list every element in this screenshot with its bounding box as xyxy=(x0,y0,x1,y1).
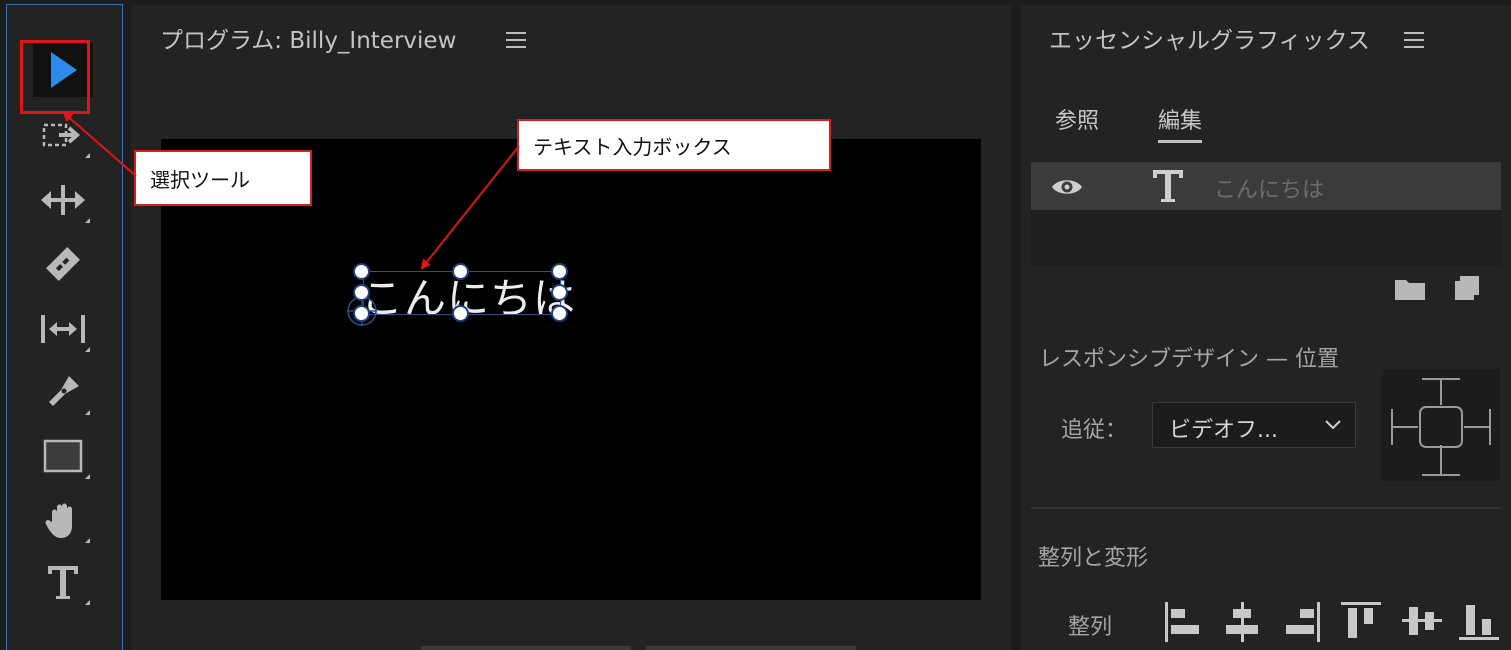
callout-selection-tool: 選択ツール xyxy=(134,150,312,206)
submenu-corner-icon xyxy=(85,600,90,605)
layer-row[interactable]: こんにちは xyxy=(1031,162,1501,210)
follow-label: 追従： xyxy=(1061,418,1128,443)
hand-tool-button[interactable] xyxy=(33,493,93,547)
slip-tool-icon xyxy=(41,315,85,343)
resize-handle-top[interactable] xyxy=(452,263,469,280)
section-divider xyxy=(1031,507,1501,509)
new-group-folder-icon[interactable] xyxy=(1394,277,1426,301)
layer-name: こんにちは xyxy=(1214,178,1325,203)
submenu-corner-icon xyxy=(85,538,90,543)
align-right-icon[interactable] xyxy=(1283,601,1321,643)
rectangle-shape-icon xyxy=(43,439,83,473)
monitor-control-strip xyxy=(421,646,631,650)
align-vertical-center-icon[interactable] xyxy=(1401,601,1443,641)
align-top-icon[interactable] xyxy=(1340,601,1382,641)
submenu-corner-icon xyxy=(85,153,90,158)
align-left-icon[interactable] xyxy=(1164,601,1202,643)
callout-selection-tool-text: 選択ツール xyxy=(150,167,250,192)
type-tool-button[interactable] xyxy=(33,555,93,609)
chevron-down-icon xyxy=(1325,420,1341,430)
resize-handle-bottom[interactable] xyxy=(452,305,469,322)
follow-dropdown-value: ビデオフ... xyxy=(1169,418,1278,443)
resize-handle-top-left[interactable] xyxy=(353,263,370,280)
align-horizontal-center-icon[interactable] xyxy=(1223,601,1261,643)
submenu-corner-icon xyxy=(85,218,90,223)
program-monitor-panel: プログラム: Billy_Interview こんにちは xyxy=(131,5,1011,650)
layer-list-empty-area xyxy=(1031,210,1501,266)
essential-graphics-panel: エッセンシャルグラフィックス 参照 編集 こんにちは レスポンシブデザイン — … xyxy=(1021,5,1511,650)
program-panel-title: プログラム: Billy_Interview xyxy=(160,28,457,54)
eye-icon[interactable] xyxy=(1051,177,1083,197)
pen-tool-button[interactable] xyxy=(33,365,93,419)
razor-blade-icon xyxy=(46,247,80,281)
align-transform-label: 整列と変形 xyxy=(1038,546,1149,571)
submenu-corner-icon xyxy=(85,410,90,415)
tab-edit[interactable]: 編集 xyxy=(1158,103,1203,143)
pen-nib-icon xyxy=(49,376,79,406)
align-bottom-icon[interactable] xyxy=(1458,601,1500,641)
program-viewer[interactable]: こんにちは xyxy=(161,139,981,600)
resize-handle-bottom-left[interactable] xyxy=(353,305,370,322)
resize-handle-bottom-right[interactable] xyxy=(551,305,568,322)
slip-tool-button[interactable] xyxy=(33,302,93,356)
resize-handle-right[interactable] xyxy=(551,284,568,301)
callout-text-box: テキスト入力ボックス xyxy=(517,119,831,171)
ripple-edit-tool-button[interactable] xyxy=(33,173,93,227)
tab-browse[interactable]: 参照 xyxy=(1055,103,1099,135)
panel-menu-icon[interactable] xyxy=(1404,32,1424,48)
callout-text-box-text: テキスト入力ボックス xyxy=(533,134,732,159)
track-select-icon xyxy=(42,123,81,147)
submenu-corner-icon xyxy=(85,347,90,352)
monitor-control-strip xyxy=(646,646,856,650)
hand-icon xyxy=(45,503,72,538)
pin-to-widget[interactable] xyxy=(1382,369,1500,481)
new-layer-icon[interactable] xyxy=(1454,275,1480,301)
essential-graphics-title: エッセンシャルグラフィックス xyxy=(1049,28,1370,54)
pin-edges-icon xyxy=(1391,378,1491,476)
selection-tool-highlight xyxy=(20,40,90,114)
follow-dropdown[interactable]: ビデオフ... xyxy=(1152,402,1356,448)
ripple-edit-icon xyxy=(41,185,85,215)
resize-handle-left[interactable] xyxy=(353,284,370,301)
text-layer-T-icon xyxy=(1153,170,1183,202)
razor-tool-button[interactable] xyxy=(33,237,93,291)
align-label: 整列 xyxy=(1068,615,1113,640)
track-select-tool-button[interactable] xyxy=(33,108,93,162)
type-T-icon xyxy=(48,566,78,599)
resize-handle-top-right[interactable] xyxy=(551,263,568,280)
rectangle-tool-button[interactable] xyxy=(33,429,93,483)
panel-menu-icon[interactable] xyxy=(506,32,526,48)
submenu-corner-icon xyxy=(85,474,90,479)
responsive-design-label: レスポンシブデザイン — 位置 xyxy=(1039,347,1339,372)
